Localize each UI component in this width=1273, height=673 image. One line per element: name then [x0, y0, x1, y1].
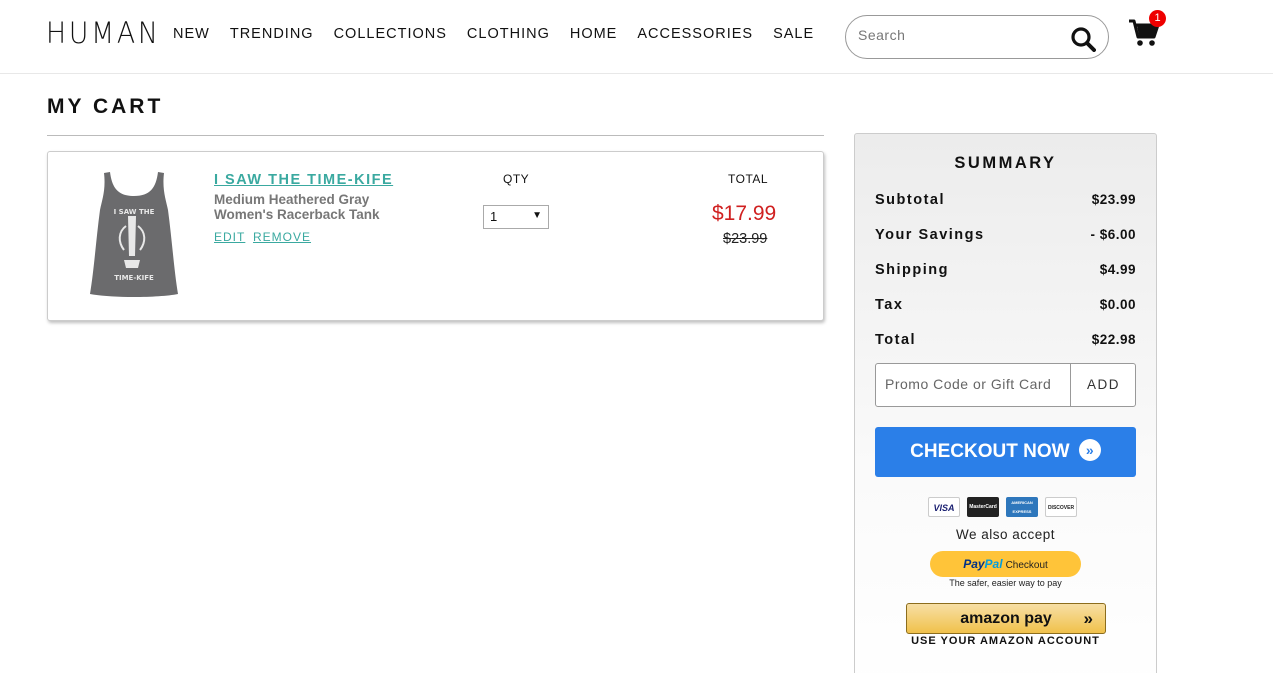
summary-value: $22.98	[1091, 332, 1136, 347]
search-box	[845, 15, 1109, 59]
visa-card-icon: VISA	[928, 497, 960, 517]
summary-label: Subtotal	[875, 192, 945, 208]
nav-item-new[interactable]: NEW	[173, 26, 210, 42]
add-promo-button[interactable]: ADD	[1070, 364, 1136, 406]
order-summary-panel: SUMMARY Subtotal $23.99 Your Savings - $…	[854, 133, 1157, 673]
site-logo[interactable]: HUMAN	[46, 16, 161, 50]
search-input[interactable]	[858, 27, 1058, 43]
quantity-select[interactable]: 1 ▼	[483, 205, 549, 229]
product-thumbnail[interactable]: I SAW THE TIME-KIFE	[88, 170, 180, 298]
product-variant: Medium Heathered Gray	[214, 192, 370, 207]
summary-value: - $6.00	[1090, 227, 1136, 242]
checkout-now-button[interactable]: CHECKOUT NOW »	[875, 427, 1136, 477]
nav-item-trending[interactable]: TRENDING	[230, 26, 314, 42]
paypal-logo-pay: Pay	[963, 557, 985, 571]
summary-title: SUMMARY	[954, 154, 1057, 172]
remove-item-link[interactable]: REMOVE	[253, 230, 311, 244]
promo-code-input[interactable]	[885, 376, 1065, 392]
nav-item-accessories[interactable]: ACCESSORIES	[637, 26, 753, 42]
amazon-pay-button[interactable]: amazon pay »	[906, 603, 1106, 634]
double-chevron-right-icon: »	[1078, 439, 1101, 461]
original-price: $23.99	[723, 231, 768, 247]
search-icon[interactable]	[1070, 26, 1096, 52]
mastercard-icon: MasterCard	[967, 497, 999, 517]
title-divider	[47, 135, 824, 136]
summary-label: Total	[875, 332, 917, 348]
caret-down-icon: ▼	[532, 210, 542, 221]
sale-price: $17.99	[712, 202, 777, 225]
product-type: Women's Racerback Tank	[214, 207, 380, 222]
cart-item-card: I SAW THE TIME-KIFE I SAW THE TIME-KIFE …	[47, 151, 824, 321]
summary-value: $0.00	[1099, 297, 1136, 312]
paypal-checkout-button[interactable]: PayPal Checkout	[930, 551, 1081, 577]
nav-item-home[interactable]: HOME	[570, 26, 618, 42]
amex-card-icon: AMERICAN EXPRESS	[1006, 497, 1038, 517]
paypal-logo-pal: Pal	[984, 557, 1003, 571]
site-header: HUMAN NEW TRENDING COLLECTIONS CLOTHING …	[0, 0, 1273, 74]
checkout-label: CHECKOUT NOW	[910, 441, 1070, 462]
discover-card-icon: DISCOVER	[1045, 497, 1077, 517]
summary-value: $4.99	[1099, 262, 1136, 277]
accepted-cards: VISA MasterCard AMERICAN EXPRESS DISCOVE…	[928, 497, 1077, 517]
qty-column-label: QTY	[503, 172, 530, 186]
summary-value: $23.99	[1091, 192, 1136, 207]
amazon-tagline: USE YOUR AMAZON ACCOUNT	[911, 635, 1100, 647]
double-chevron-right-icon: »	[1083, 609, 1093, 628]
svg-text:I SAW THE: I SAW THE	[114, 208, 155, 216]
nav-item-clothing[interactable]: CLOTHING	[467, 26, 550, 42]
summary-label: Shipping	[875, 262, 950, 278]
paypal-checkout-label: Checkout	[1005, 560, 1048, 571]
cart-count-badge: 1	[1149, 10, 1166, 27]
main-nav: NEW TRENDING COLLECTIONS CLOTHING HOME A…	[173, 26, 834, 42]
summary-label: Tax	[875, 297, 904, 313]
amazon-pay-label: amazon pay	[960, 610, 1052, 627]
total-column-label: TOTAL	[728, 172, 769, 186]
also-accept-text: We also accept	[955, 527, 1056, 542]
paypal-tagline: The safer, easier way to pay	[949, 578, 1062, 588]
summary-label: Your Savings	[875, 227, 985, 243]
page-title: MY CART	[47, 95, 164, 118]
promo-code-box: ADD	[875, 363, 1136, 407]
edit-item-link[interactable]: EDIT	[214, 230, 245, 244]
product-name-link[interactable]: I SAW THE TIME-KIFE	[214, 172, 393, 188]
nav-item-sale[interactable]: SALE	[773, 26, 814, 42]
svg-text:TIME-KIFE: TIME-KIFE	[114, 274, 154, 282]
nav-item-collections[interactable]: COLLECTIONS	[334, 26, 447, 42]
quantity-value: 1	[490, 209, 498, 224]
